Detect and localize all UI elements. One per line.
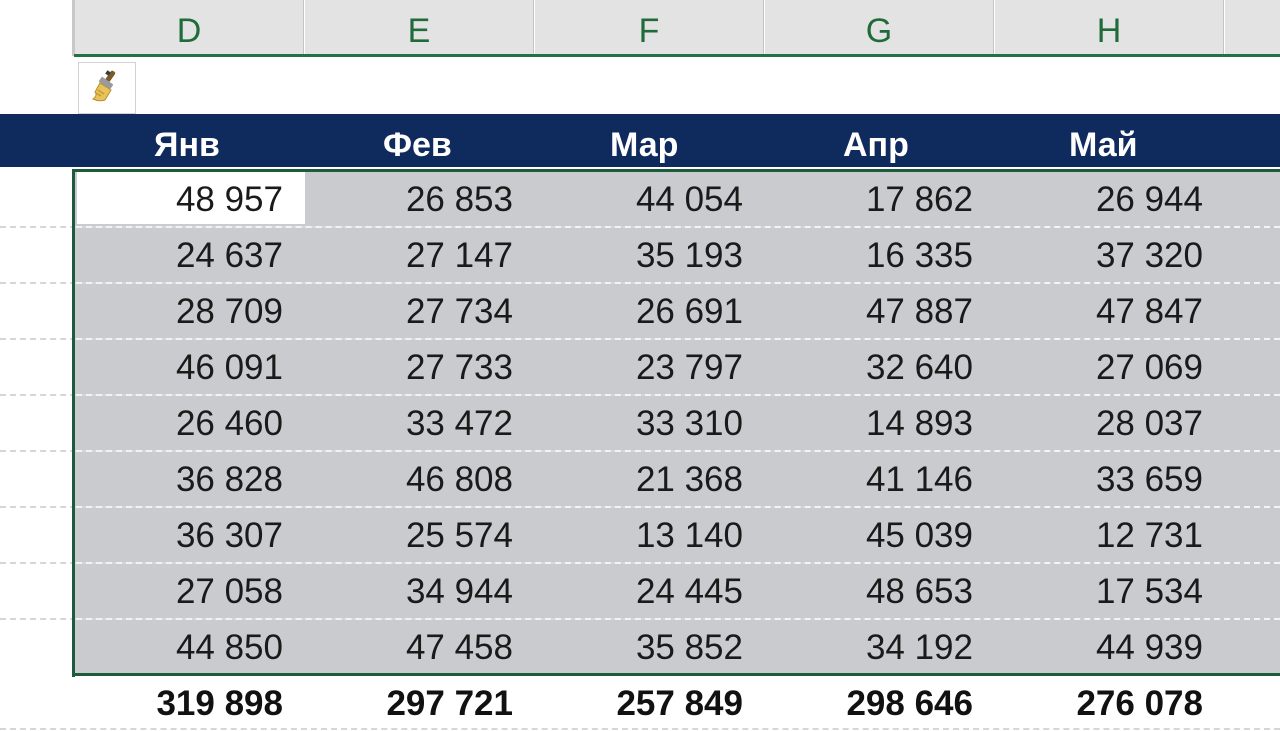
total-cell-h[interactable]: 276 078 — [995, 676, 1224, 731]
cell-f-row-5[interactable]: 33 310 — [535, 396, 764, 452]
paste-options-button[interactable] — [78, 62, 136, 114]
cell-g-row-9[interactable]: 34 192 — [765, 620, 994, 676]
column-header-f[interactable]: F — [535, 0, 764, 55]
month-header-may[interactable]: Май — [1069, 114, 1138, 167]
spreadsheet: D E F G H Янв Фев Мар Апр Май 48 957 26 … — [0, 0, 1280, 731]
cell-e-row-8[interactable]: 34 944 — [305, 564, 534, 620]
month-header-jan[interactable]: Янв — [154, 114, 220, 167]
cell-d-row-4[interactable]: 46 091 — [75, 340, 304, 396]
cell-e-row-4[interactable]: 27 733 — [305, 340, 534, 396]
cell-h-row-9[interactable]: 44 939 — [995, 620, 1224, 676]
cell-e-row-7[interactable]: 25 574 — [305, 508, 534, 564]
cell-e-row-2[interactable]: 27 147 — [305, 228, 534, 284]
cell-f-row-4[interactable]: 23 797 — [535, 340, 764, 396]
column-header-d[interactable]: D — [75, 0, 304, 55]
cell-h-row-3[interactable]: 47 847 — [995, 284, 1224, 340]
cell-f-row-6[interactable]: 21 368 — [535, 452, 764, 508]
cell-d-row-7[interactable]: 36 307 — [75, 508, 304, 564]
month-header-apr[interactable]: Апр — [843, 114, 909, 167]
paintbrush-icon — [87, 66, 127, 111]
cell-d-row-9[interactable]: 44 850 — [75, 620, 304, 676]
cell-f-row-7[interactable]: 13 140 — [535, 508, 764, 564]
column-header-g[interactable]: G — [765, 0, 994, 55]
total-cell-d[interactable]: 319 898 — [75, 676, 304, 731]
column-header-i[interactable] — [1225, 0, 1280, 55]
cell-h-row-2[interactable]: 37 320 — [995, 228, 1224, 284]
cell-e-row-9[interactable]: 47 458 — [305, 620, 534, 676]
cell-d-row-3[interactable]: 28 709 — [75, 284, 304, 340]
cell-h-row-1[interactable]: 26 944 — [995, 172, 1224, 228]
cell-d-row-8[interactable]: 27 058 — [75, 564, 304, 620]
column-header-selection-line — [74, 54, 1280, 57]
cell-g-row-4[interactable]: 32 640 — [765, 340, 994, 396]
column-header-e[interactable]: E — [305, 0, 534, 55]
cell-f-row-1[interactable]: 44 054 — [535, 172, 764, 228]
cell-f-row-3[interactable]: 26 691 — [535, 284, 764, 340]
cell-d-row-5[interactable]: 26 460 — [75, 396, 304, 452]
cell-h-row-4[interactable]: 27 069 — [995, 340, 1224, 396]
cell-h-row-5[interactable]: 28 037 — [995, 396, 1224, 452]
cell-f-row-8[interactable]: 24 445 — [535, 564, 764, 620]
cell-h-row-8[interactable]: 17 534 — [995, 564, 1224, 620]
cell-e-row-6[interactable]: 46 808 — [305, 452, 534, 508]
cell-h-row-7[interactable]: 12 731 — [995, 508, 1224, 564]
cell-h-row-6[interactable]: 33 659 — [995, 452, 1224, 508]
total-cell-f[interactable]: 257 849 — [535, 676, 764, 731]
cell-d-row-2[interactable]: 24 637 — [75, 228, 304, 284]
cell-e-row-1[interactable]: 26 853 — [305, 172, 534, 228]
cell-g-row-3[interactable]: 47 887 — [765, 284, 994, 340]
total-cell-g[interactable]: 298 646 — [765, 676, 994, 731]
cell-g-row-7[interactable]: 45 039 — [765, 508, 994, 564]
cell-d-row-1[interactable]: 48 957 — [75, 172, 304, 228]
cell-g-row-5[interactable]: 14 893 — [765, 396, 994, 452]
cell-e-row-5[interactable]: 33 472 — [305, 396, 534, 452]
column-header-h[interactable]: H — [995, 0, 1224, 55]
cell-f-row-2[interactable]: 35 193 — [535, 228, 764, 284]
cell-g-row-8[interactable]: 48 653 — [765, 564, 994, 620]
cell-g-row-1[interactable]: 17 862 — [765, 172, 994, 228]
month-header-mar[interactable]: Мар — [610, 114, 678, 167]
total-cell-e[interactable]: 297 721 — [305, 676, 534, 731]
cell-e-row-3[interactable]: 27 734 — [305, 284, 534, 340]
cell-d-row-6[interactable]: 36 828 — [75, 452, 304, 508]
month-header-feb[interactable]: Фев — [383, 114, 452, 167]
gridline — [0, 728, 1280, 730]
cell-f-row-9[interactable]: 35 852 — [535, 620, 764, 676]
cell-g-row-2[interactable]: 16 335 — [765, 228, 994, 284]
cell-g-row-6[interactable]: 41 146 — [765, 452, 994, 508]
